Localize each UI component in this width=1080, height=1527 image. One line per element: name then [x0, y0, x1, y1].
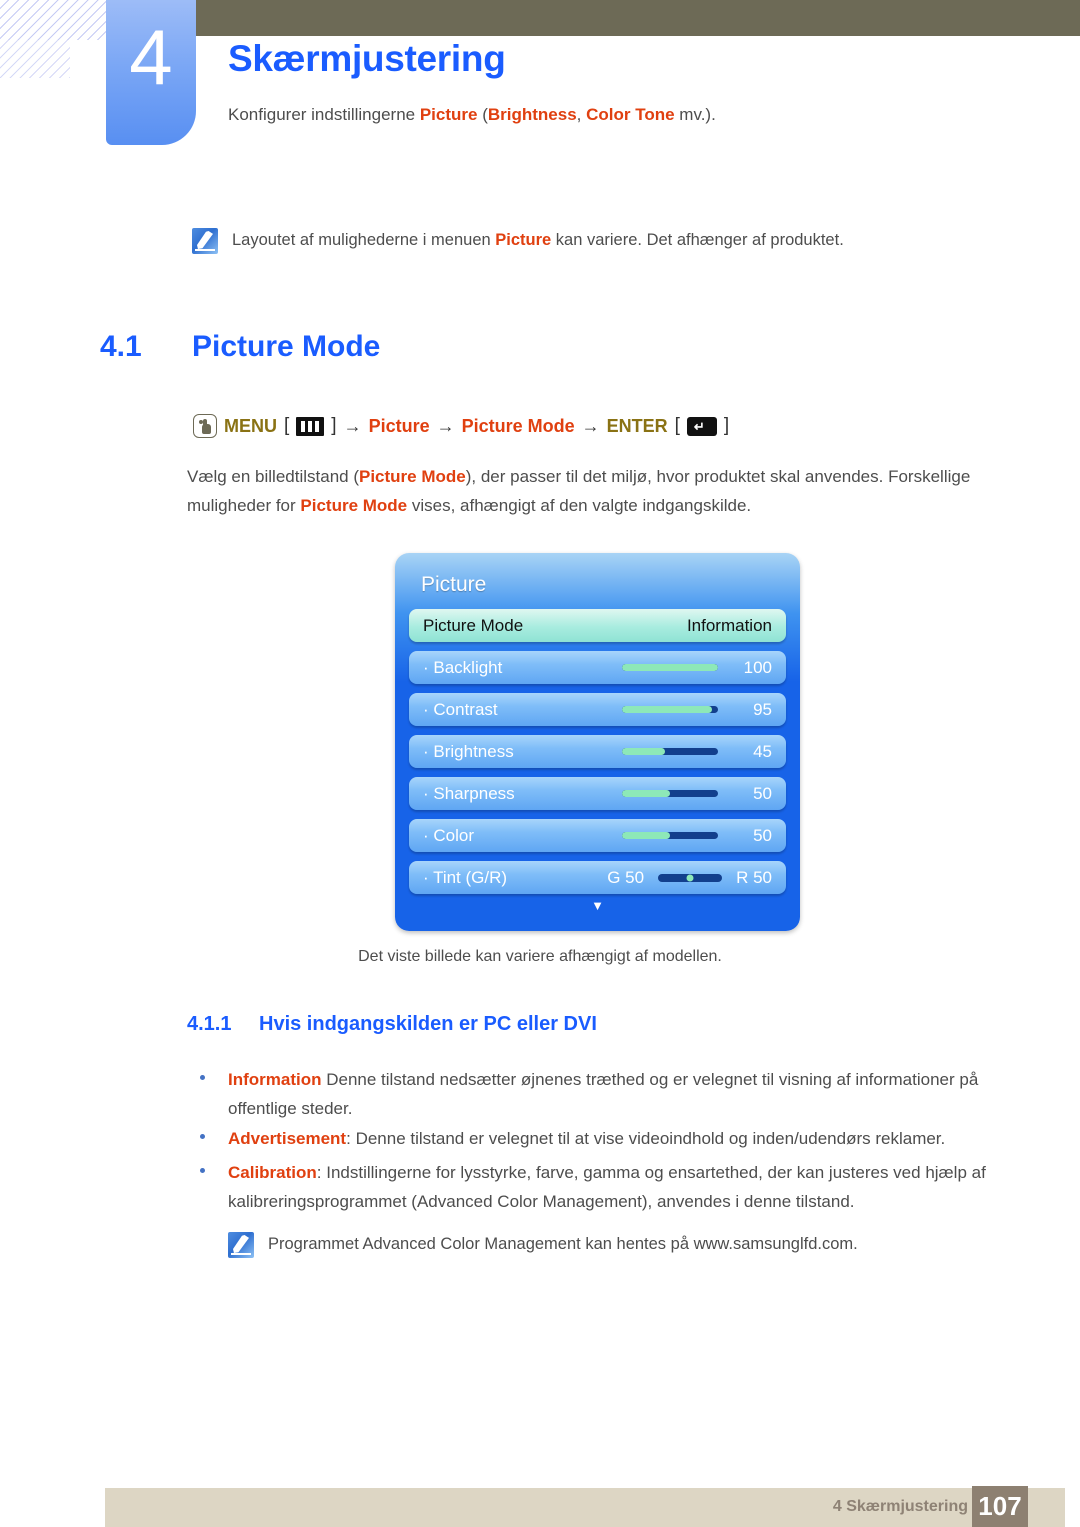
chapter-subtitle-suffix: mv.). — [674, 105, 716, 124]
intro-paragraph: Vælg en billedtilstand (Picture Mode), d… — [187, 462, 1011, 520]
menu-path-arrow-3: → — [581, 415, 600, 436]
menu-path-bracket-open: [ — [284, 415, 290, 436]
intro-paragraph-p3: vises, afhængigt af den valgte indgangsk… — [407, 496, 752, 516]
osd-slider-color[interactable] — [622, 832, 718, 839]
chapter-subtitle-kw-colortone: Color Tone — [586, 105, 675, 124]
osd-row-picture-mode[interactable]: Picture Mode Information — [409, 609, 786, 642]
osd-picture-menu: Picture Picture Mode Information · Backl… — [395, 553, 800, 931]
bullet-dot-icon — [200, 1168, 205, 1173]
osd-tint-control[interactable]: G 50 R 50 — [607, 868, 772, 888]
subsection-title: Hvis indgangskilden er PC eller DVI — [259, 1013, 597, 1035]
enter-key-icon: ↵ — [686, 416, 717, 436]
osd-label-color: · Color — [423, 825, 475, 845]
osd-caption: Det viste billede kan variere afhængigt … — [358, 948, 722, 965]
section-title: Picture Mode — [192, 330, 381, 363]
osd-row-tint[interactable]: · Tint (G/R) G 50 R 50 — [409, 861, 786, 894]
osd-row-brightness[interactable]: · Brightness 45 — [409, 735, 786, 768]
bullet-separator-1: : — [346, 1129, 356, 1148]
osd-label-sharpness: · Sharpness — [423, 783, 515, 803]
hand-pointer-icon — [193, 414, 217, 438]
header-olive-bar — [196, 0, 1080, 36]
list-item: Advertisement: Denne tilstand er velegne… — [193, 1124, 1011, 1153]
menu-path: MENU [ ] → Picture → Picture Mode → ENTE… — [193, 414, 729, 438]
chapter-subtitle: Konfigurer indstillingerne Picture (Brig… — [228, 105, 716, 125]
menu-path-arrow-1: → — [343, 415, 362, 436]
subsection-number: 4.1.1 — [187, 1013, 232, 1035]
hatch-decoration-side — [0, 40, 70, 78]
osd-value-brightness: 45 — [753, 741, 772, 761]
osd-slider-brightness[interactable] — [622, 748, 718, 755]
menu-bars-icon — [296, 416, 325, 436]
osd-value-color: 50 — [753, 825, 772, 845]
osd-value-sharpness: 50 — [753, 783, 772, 803]
bullet-separator-2: : — [316, 1163, 327, 1182]
chapter-title: Skærmjustering — [228, 38, 506, 79]
note-layout-variation: Layoutet af mulighederne i menuen Pictur… — [192, 228, 952, 254]
note-keyword-picture: Picture — [495, 231, 552, 249]
manual-page: 4 Skærmjustering Konfigurer indstillinge… — [0, 0, 1080, 1527]
menu-path-enter-label[interactable]: ENTER — [607, 416, 668, 437]
osd-slider-backlight[interactable] — [622, 664, 718, 671]
chapter-subtitle-sep2: , — [576, 105, 587, 124]
osd-value-picture-mode: Information — [686, 615, 772, 635]
note-quill-icon — [228, 1232, 254, 1258]
intro-keyword-2: Picture Mode — [300, 496, 408, 516]
section-number: 4.1 — [100, 330, 142, 363]
osd-slider-sharpness[interactable] — [622, 790, 718, 797]
note-advanced-color-management-text: Programmet Advanced Color Management kan… — [268, 1235, 858, 1253]
osd-label-brightness: · Brightness — [423, 741, 514, 761]
osd-label-tint: · Tint (G/R) — [423, 867, 508, 887]
note-layout-variation-text: Layoutet af mulighederne i menuen Pictur… — [232, 228, 844, 253]
bullet-keyword-advertisement: Advertisement — [228, 1129, 347, 1148]
bullet-dot-icon — [200, 1134, 205, 1139]
menu-path-step-picture-mode[interactable]: Picture Mode — [462, 416, 575, 437]
osd-label-backlight: · Backlight — [423, 657, 503, 677]
osd-row-backlight[interactable]: · Backlight 100 — [409, 651, 786, 684]
bullet-text-information: Denne tilstand nedsætter øjnenes træthed… — [228, 1070, 979, 1119]
menu-path-menu-label[interactable]: MENU — [224, 416, 277, 437]
osd-value-contrast: 95 — [753, 699, 772, 719]
osd-title: Picture — [421, 573, 487, 596]
bullet-keyword-calibration: Calibration — [228, 1163, 317, 1182]
osd-tint-value-green: G 50 — [607, 867, 645, 887]
osd-tint-slider[interactable] — [658, 873, 723, 882]
osd-tint-value-red: R 50 — [736, 867, 772, 887]
subsection-heading: 4.1.1 Hvis indgangskilden er PC eller DV… — [187, 1013, 597, 1036]
note-advanced-color-management: Programmet Advanced Color Management kan… — [228, 1232, 988, 1258]
chapter-subtitle-kw-brightness: Brightness — [487, 105, 577, 124]
bullet-text-advertisement: Denne tilstand er velegnet til at vise v… — [355, 1129, 946, 1148]
chapter-subtitle-sep1: ( — [477, 105, 488, 124]
chapter-subtitle-prefix: Konfigurer indstillingerne — [228, 105, 420, 124]
footer-chapter-label: 4 Skærmjustering — [832, 1498, 968, 1515]
note-text-after: kan variere. Det afhænger af produktet. — [551, 231, 844, 249]
hatch-decoration-top — [0, 0, 108, 40]
note-quill-icon — [192, 228, 218, 254]
footer-page-number: 107 — [972, 1486, 1028, 1527]
intro-paragraph-p1: Vælg en billedtilstand ( — [187, 467, 359, 486]
osd-label-contrast: · Contrast — [423, 699, 498, 719]
menu-path-bracket-open-2: [ — [674, 415, 680, 436]
section-heading: 4.1 Picture Mode — [100, 330, 380, 364]
osd-scroll-down-caret[interactable]: ▼ — [409, 899, 786, 912]
osd-row-color[interactable]: · Color 50 — [409, 819, 786, 852]
chapter-number: 4 — [129, 13, 173, 101]
osd-value-backlight: 100 — [743, 657, 772, 677]
osd-row-sharpness[interactable]: · Sharpness 50 — [409, 777, 786, 810]
bullet-dot-icon — [200, 1075, 205, 1080]
bullet-keyword-information: Information — [228, 1070, 322, 1089]
bullet-text-calibration: Indstillingerne for lysstyrke, farve, ga… — [228, 1163, 986, 1212]
menu-path-bracket-close: ] — [331, 415, 337, 436]
osd-label-picture-mode: Picture Mode — [423, 615, 524, 635]
menu-path-step-picture[interactable]: Picture — [369, 416, 430, 437]
menu-path-bracket-close-2: ] — [723, 415, 730, 436]
chapter-subtitle-kw-picture: Picture — [419, 105, 478, 124]
list-item: Calibration: Indstillingerne for lysstyr… — [193, 1158, 1011, 1216]
osd-row-contrast[interactable]: · Contrast 95 — [409, 693, 786, 726]
menu-path-arrow-2: → — [436, 415, 455, 436]
list-item: Information Denne tilstand nedsætter øjn… — [193, 1065, 1011, 1123]
osd-slider-contrast[interactable] — [622, 706, 718, 713]
note-text-before: Layoutet af mulighederne i menuen — [232, 231, 496, 249]
chapter-number-tab: 4 — [106, 0, 196, 145]
intro-keyword-1: Picture Mode — [358, 467, 466, 486]
